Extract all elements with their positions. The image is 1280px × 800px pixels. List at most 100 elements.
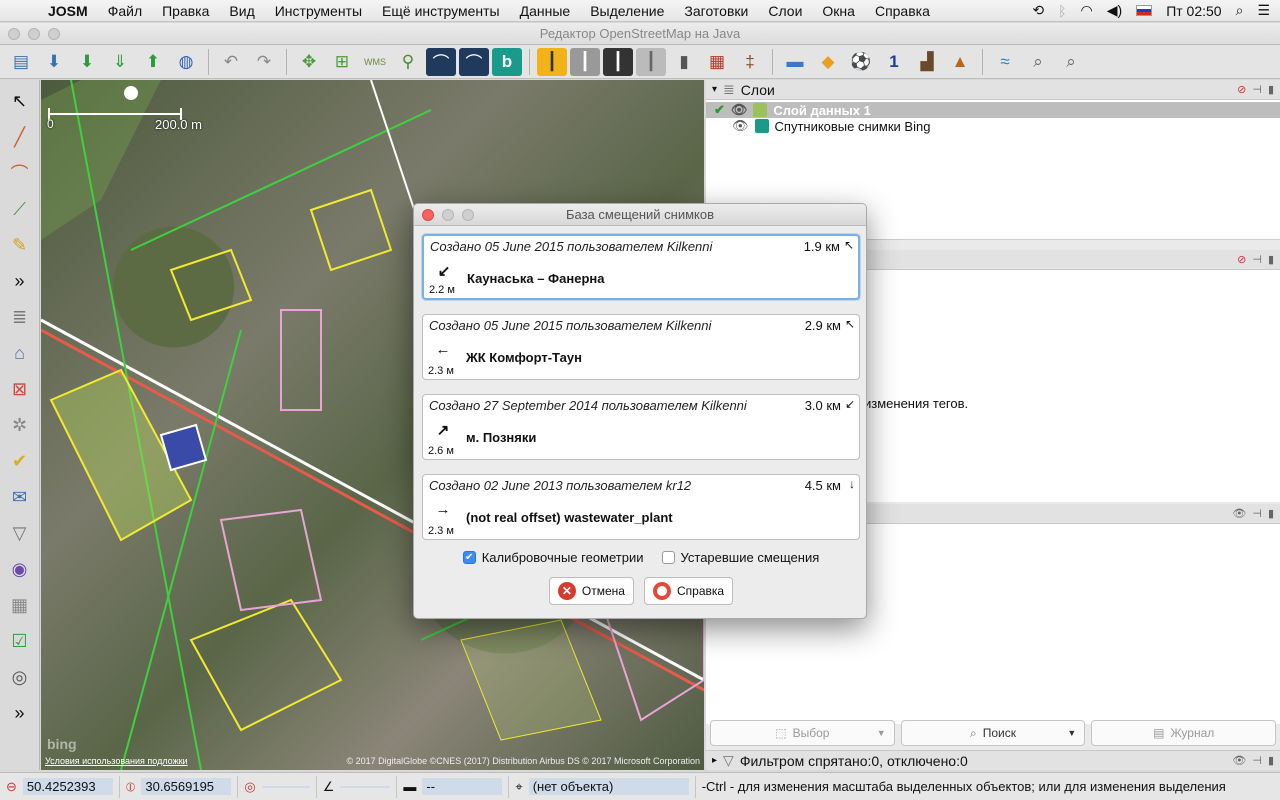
road-dark-icon[interactable]: ┃ (603, 47, 633, 76)
undock-icon[interactable]: ▮ (1268, 83, 1274, 96)
menu-more-tools[interactable]: Ещё инструменты (372, 3, 510, 19)
pin-icon[interactable]: ⊣ (1252, 754, 1262, 767)
active-layer-check-icon[interactable]: ✔ (714, 102, 725, 118)
volume-icon[interactable]: ◀) (1107, 2, 1122, 19)
menu-edit[interactable]: Правка (152, 3, 219, 19)
filter-icon[interactable]: ▽ (6, 520, 34, 546)
terms-of-use-link[interactable]: Условия использования подложки (45, 756, 188, 766)
road-yellow-icon[interactable]: ┃ (537, 47, 567, 76)
chevron-down-icon[interactable]: ▼ (877, 728, 886, 738)
commands-dialog-icon[interactable]: ✲ (6, 412, 34, 438)
menu-data[interactable]: Данные (510, 3, 581, 19)
notes-dialog-icon[interactable]: ✉ (6, 484, 34, 510)
node-icon[interactable]: ▮ (669, 48, 699, 76)
pin-icon[interactable]: ⊣ (1252, 507, 1262, 520)
dialog-minimize-button[interactable] (442, 209, 454, 221)
bluetooth-icon[interactable]: ᛒ (1058, 3, 1066, 19)
undo-icon[interactable]: ↶ (216, 48, 246, 76)
time-machine-icon[interactable]: ⟲ (1032, 2, 1044, 19)
checklist-icon[interactable]: ☑ (6, 628, 34, 654)
checkbox-checked-icon[interactable]: ✔ (462, 551, 476, 564)
help-button[interactable]: Справка (643, 577, 734, 605)
visibility-eye-icon[interactable]: 👁 (731, 102, 748, 118)
offset-item[interactable]: Создано 27 September 2014 пользователем … (422, 394, 860, 460)
menu-windows[interactable]: Окна (812, 3, 865, 19)
close-panel-icon[interactable]: ⊘ (1237, 83, 1246, 96)
bing-icon[interactable]: b (492, 47, 522, 76)
collapse-icon[interactable]: ▾ (712, 84, 717, 95)
more-modes-icon[interactable]: » (6, 268, 34, 294)
industrial-icon[interactable]: ▟ (912, 48, 942, 76)
menubar-clock[interactable]: Пт 02:50 (1166, 3, 1221, 19)
search-object-icon[interactable]: ⌕ (1056, 48, 1086, 76)
open-file-icon[interactable]: ▤ (6, 48, 36, 76)
close-panel-icon[interactable]: ⊘ (1237, 253, 1246, 266)
select-mode-icon[interactable]: ↖ (6, 88, 34, 114)
spotlight-search-icon[interactable]: ⌕ (1236, 2, 1244, 19)
relations-dialog-icon[interactable]: ⊠ (6, 376, 34, 402)
imagery-offset-icon[interactable]: ⌒ (426, 47, 456, 76)
draw-mode-icon[interactable]: ╱ (6, 124, 34, 150)
menu-layers[interactable]: Слои (758, 3, 812, 19)
validator-dialog-icon[interactable]: ✔ (6, 448, 34, 474)
input-source-flag-icon[interactable] (1136, 5, 1153, 16)
undock-icon[interactable]: ▮ (1268, 507, 1274, 520)
visibility-eye-icon[interactable]: 👁 (1232, 507, 1246, 520)
window-close-button[interactable] (8, 28, 20, 40)
zoom-to-data-icon[interactable]: ✥ (294, 48, 324, 76)
search-button[interactable]: ⌕ Поиск ▼ (900, 720, 1086, 746)
layer-row[interactable]: 👁 Спутниковые снимки Bing (706, 118, 1280, 134)
menu-file[interactable]: Файл (98, 3, 152, 19)
wall-icon[interactable]: ▦ (702, 48, 732, 76)
map-paint-icon[interactable]: ◉ (6, 556, 34, 582)
download-icon[interactable]: ⬇ (72, 48, 102, 76)
menu-help[interactable]: Справка (865, 3, 940, 19)
shop-icon[interactable]: ◆ (813, 48, 843, 76)
pin-icon[interactable]: ⊣ (1252, 253, 1262, 266)
chevron-down-icon[interactable]: ▼ (1067, 728, 1076, 738)
pin-icon[interactable]: ⊣ (1252, 83, 1262, 96)
mountain-icon[interactable]: ▲ (945, 48, 975, 76)
undock-icon[interactable]: ▮ (1268, 253, 1274, 266)
road-light-icon[interactable]: ┃ (636, 47, 666, 76)
save-icon[interactable]: ⬇ (39, 48, 69, 76)
notification-center-icon[interactable]: ☰ (1257, 2, 1270, 19)
imagery-offset-db-icon[interactable]: ⌒ (459, 47, 489, 76)
visibility-eye-icon[interactable]: 👁 (1232, 754, 1246, 767)
window-minimize-button[interactable] (28, 28, 40, 40)
search-zoom-icon[interactable]: ⚲ (393, 48, 423, 76)
wifi-icon[interactable]: ◠ (1081, 2, 1093, 19)
app-menu[interactable]: JOSM (40, 3, 98, 19)
menu-selection[interactable]: Выделение (580, 3, 674, 19)
waterway-icon[interactable]: ≈ (990, 48, 1020, 76)
improve-way-icon[interactable]: ⌒ (6, 160, 34, 186)
layer-row[interactable]: ✔ 👁 Слой данных 1 (706, 102, 1280, 118)
parallel-way-icon[interactable]: ⟋ (6, 196, 34, 222)
select-button[interactable]: ⬚ Выбор ▼ (710, 720, 895, 746)
menu-view[interactable]: Вид (219, 3, 264, 19)
zoom-to-selection-icon[interactable]: ⊞ (327, 48, 357, 76)
expand-icon[interactable]: ▸ (712, 755, 717, 766)
offset-item[interactable]: Создано 02 June 2013 пользователем kr12 … (422, 474, 860, 540)
wms-tms-icon[interactable]: WMS (360, 48, 390, 76)
wikipedia-icon[interactable]: ◎ (6, 664, 34, 690)
globe-icon[interactable]: ◍ (171, 48, 201, 76)
pencil-icon[interactable]: ✎ (6, 232, 34, 258)
map-style-icon[interactable]: ▦ (6, 592, 34, 618)
visibility-eye-icon[interactable]: 👁 (732, 118, 749, 134)
more-dialogs-icon[interactable]: » (6, 700, 34, 726)
dialog-zoom-button[interactable] (462, 209, 474, 221)
sport-ball-icon[interactable]: ⚽ (846, 48, 876, 76)
checkbox-unchecked-icon[interactable] (661, 551, 675, 564)
redo-icon[interactable]: ↷ (249, 48, 279, 76)
download-in-view-icon[interactable]: ⇓ (105, 48, 135, 76)
undock-icon[interactable]: ▮ (1268, 754, 1274, 767)
deprecated-checkbox[interactable]: Устаревшие смещения (661, 550, 819, 565)
road-grey-icon[interactable]: ┃ (570, 47, 600, 76)
search-data-icon[interactable]: ⌕ (1023, 48, 1053, 76)
dialog-close-button[interactable] (422, 209, 434, 221)
offset-item[interactable]: Создано 05 June 2015 пользователем Kilke… (422, 314, 860, 380)
window-zoom-button[interactable] (48, 28, 60, 40)
upload-icon[interactable]: ⬆ (138, 48, 168, 76)
route-number-icon[interactable]: 1 (879, 48, 909, 76)
